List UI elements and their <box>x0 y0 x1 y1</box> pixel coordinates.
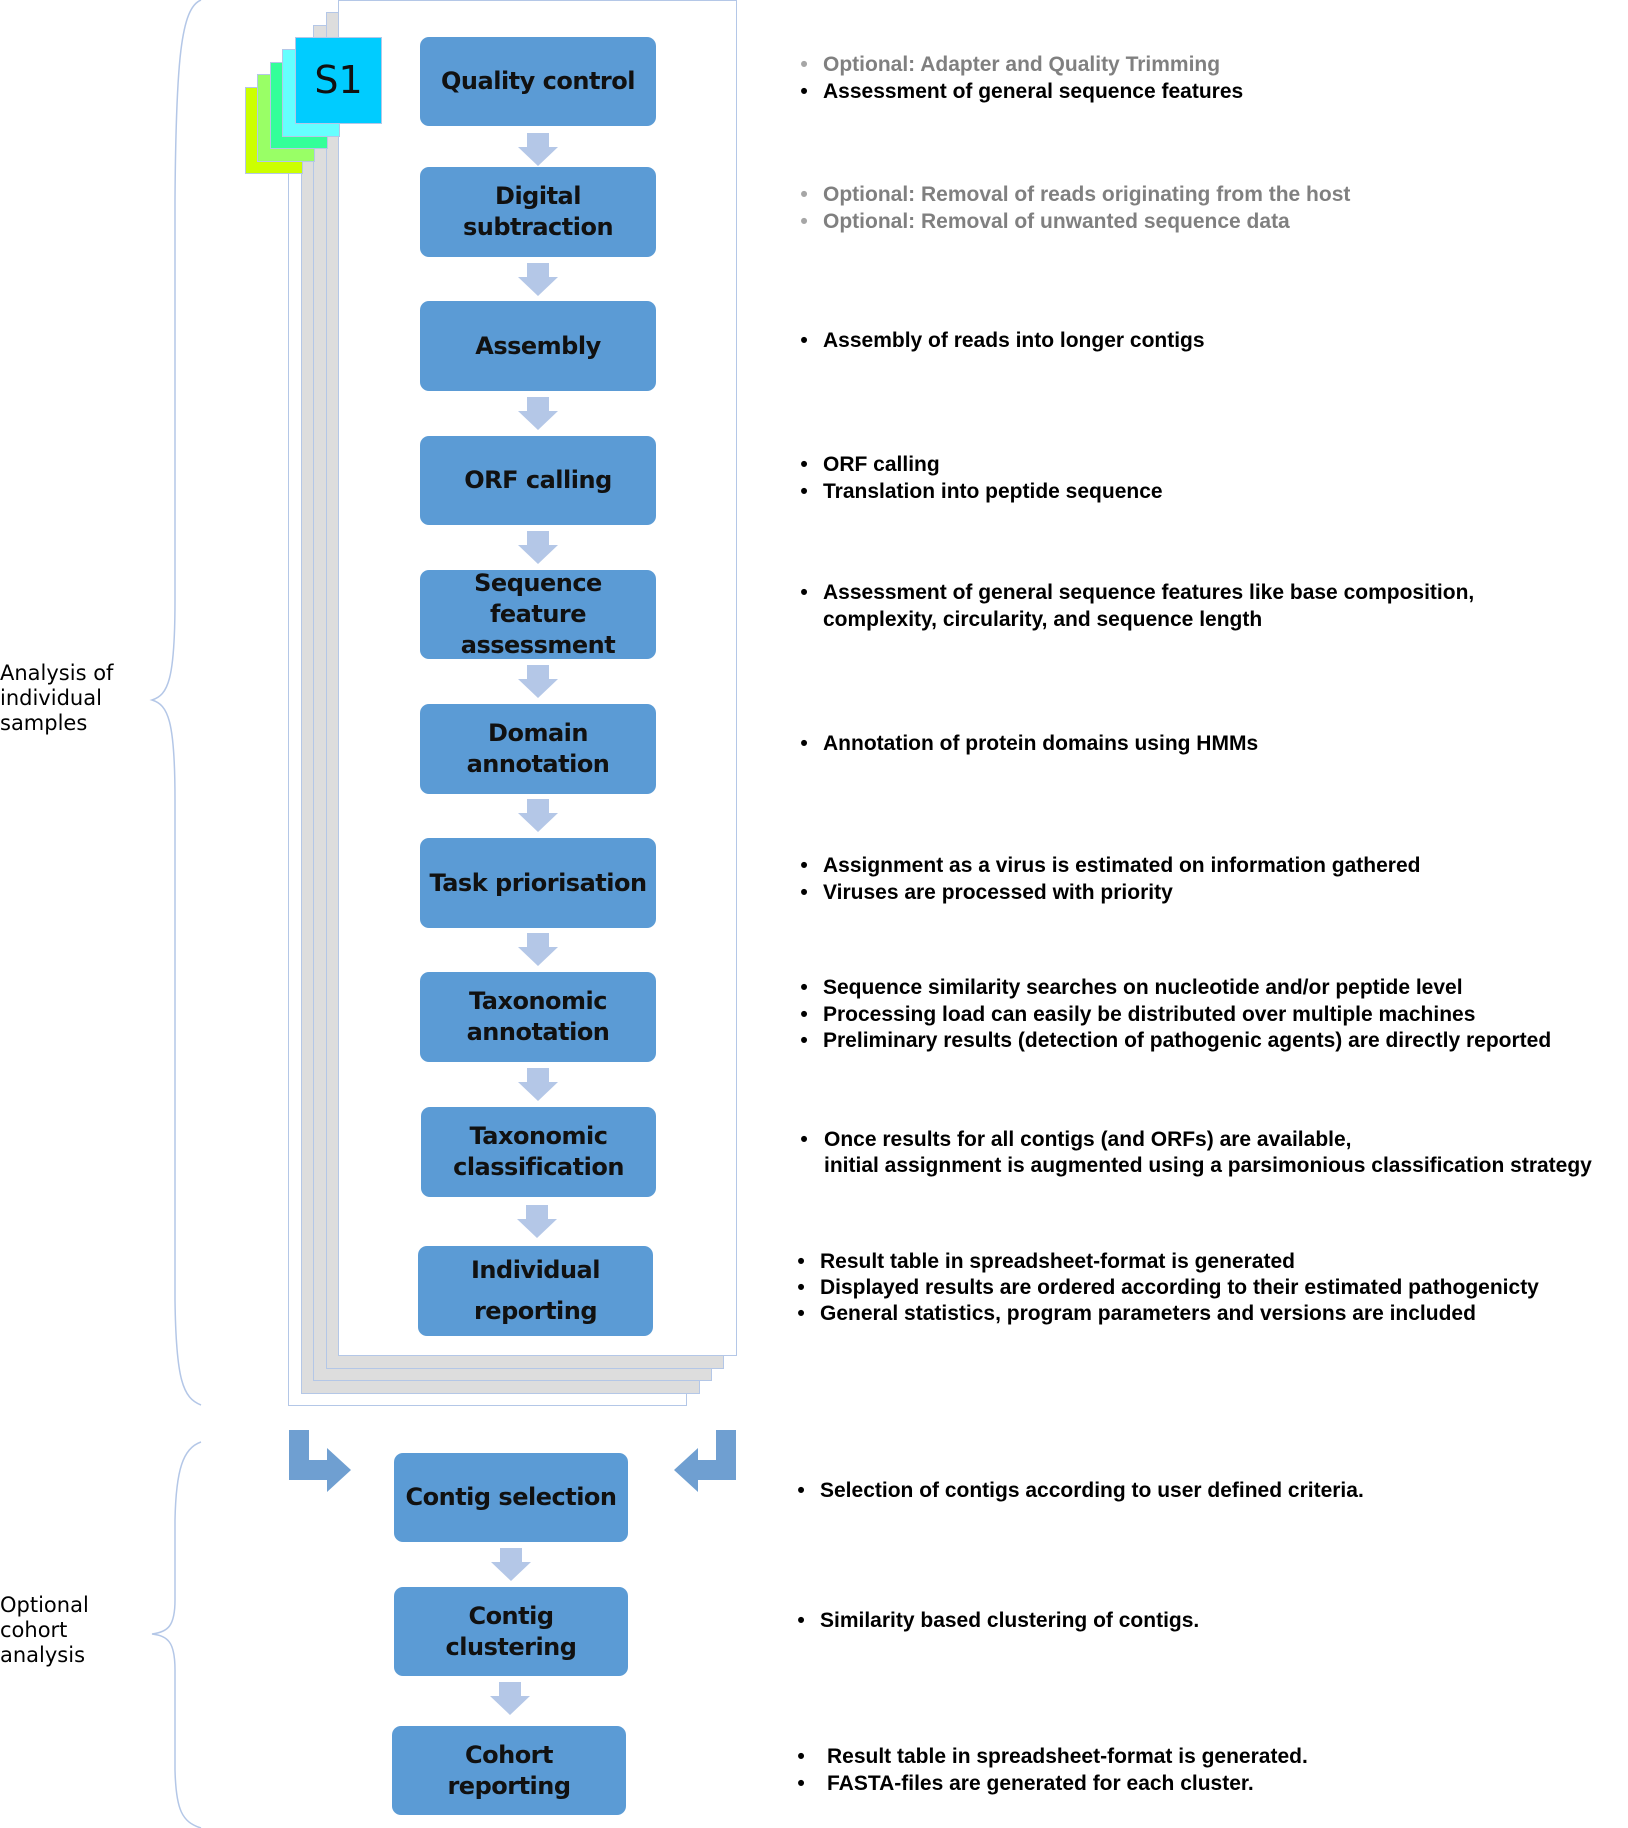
bullet-icon: • <box>800 732 808 755</box>
desc-text: ORF calling <box>823 453 940 476</box>
bullet-icon: • <box>797 1745 805 1768</box>
desc-text: Translation into peptide sequence <box>823 480 1163 503</box>
bullet-icon: • <box>800 80 808 103</box>
desc-text: Optional: Adapter and Quality Trimming <box>823 53 1221 76</box>
merge-arrow-right-icon <box>674 1430 736 1492</box>
desc-text: Assembly of reads into longer contigs <box>823 329 1205 352</box>
desc-text: Similarity based clustering of contigs. <box>820 1609 1200 1632</box>
bullet-icon: • <box>800 881 808 904</box>
desc-text: Optional: Removal of reads originating f… <box>823 183 1351 206</box>
desc-text: General statistics, program parameters a… <box>820 1302 1476 1325</box>
bullet-icon: • <box>800 976 808 999</box>
bullet-icon: • <box>800 480 808 503</box>
bullet-icon: • <box>800 854 808 877</box>
bullet-icon: • <box>797 1479 805 1502</box>
desc-text: Displayed results are ordered according … <box>820 1276 1539 1299</box>
bullet-icon: • <box>800 183 808 206</box>
desc-text: Viruses are processed with priority <box>823 881 1173 904</box>
bullet-icon: • <box>797 1250 805 1273</box>
desc-text: Result table in spreadsheet-format is ge… <box>820 1250 1295 1273</box>
desc-text: Preliminary results (detection of pathog… <box>823 1029 1552 1052</box>
desc-text: Once results for all contigs (and ORFs) … <box>824 1128 1352 1151</box>
bullet-icon: • <box>800 453 808 476</box>
desc-text: Assessment of general sequence features <box>823 80 1244 103</box>
bullet-icon: • <box>797 1609 805 1632</box>
bullet-icon: • <box>800 210 808 233</box>
desc-text: initial assignment is augmented using a … <box>824 1154 1592 1177</box>
bullet-icon: • <box>800 53 808 76</box>
desc-text: FASTA-files are generated for each clust… <box>827 1772 1254 1795</box>
desc-text: Processing load can easily be distribute… <box>823 1003 1476 1026</box>
desc-text: Assignment as a virus is estimated on in… <box>823 854 1421 877</box>
bullet-icon: • <box>797 1302 805 1325</box>
bullet-icon: • <box>797 1276 805 1299</box>
bullet-icon: • <box>800 1029 808 1052</box>
desc-text: Result table in spreadsheet-format is ge… <box>827 1745 1308 1768</box>
bullet-icon: • <box>797 1772 805 1795</box>
desc-text: Annotation of protein domains using HMMs <box>823 732 1259 755</box>
bullet-icon: • <box>800 1003 808 1026</box>
desc-text: complexity, circularity, and sequence le… <box>823 608 1263 631</box>
desc-text: Selection of contigs according to user d… <box>820 1479 1364 1502</box>
bullet-icon: • <box>800 1128 808 1151</box>
descriptions: • Optional: Adapter and Quality Trimming … <box>796 0 1626 1828</box>
merge-arrow-left-icon <box>289 1430 351 1492</box>
desc-text: Assessment of general sequence features … <box>823 581 1475 604</box>
desc-text: Optional: Removal of unwanted sequence d… <box>823 210 1290 233</box>
bullet-icon: • <box>800 581 808 604</box>
desc-text: Sequence similarity searches on nucleoti… <box>823 976 1463 999</box>
bullet-icon: • <box>800 329 808 352</box>
